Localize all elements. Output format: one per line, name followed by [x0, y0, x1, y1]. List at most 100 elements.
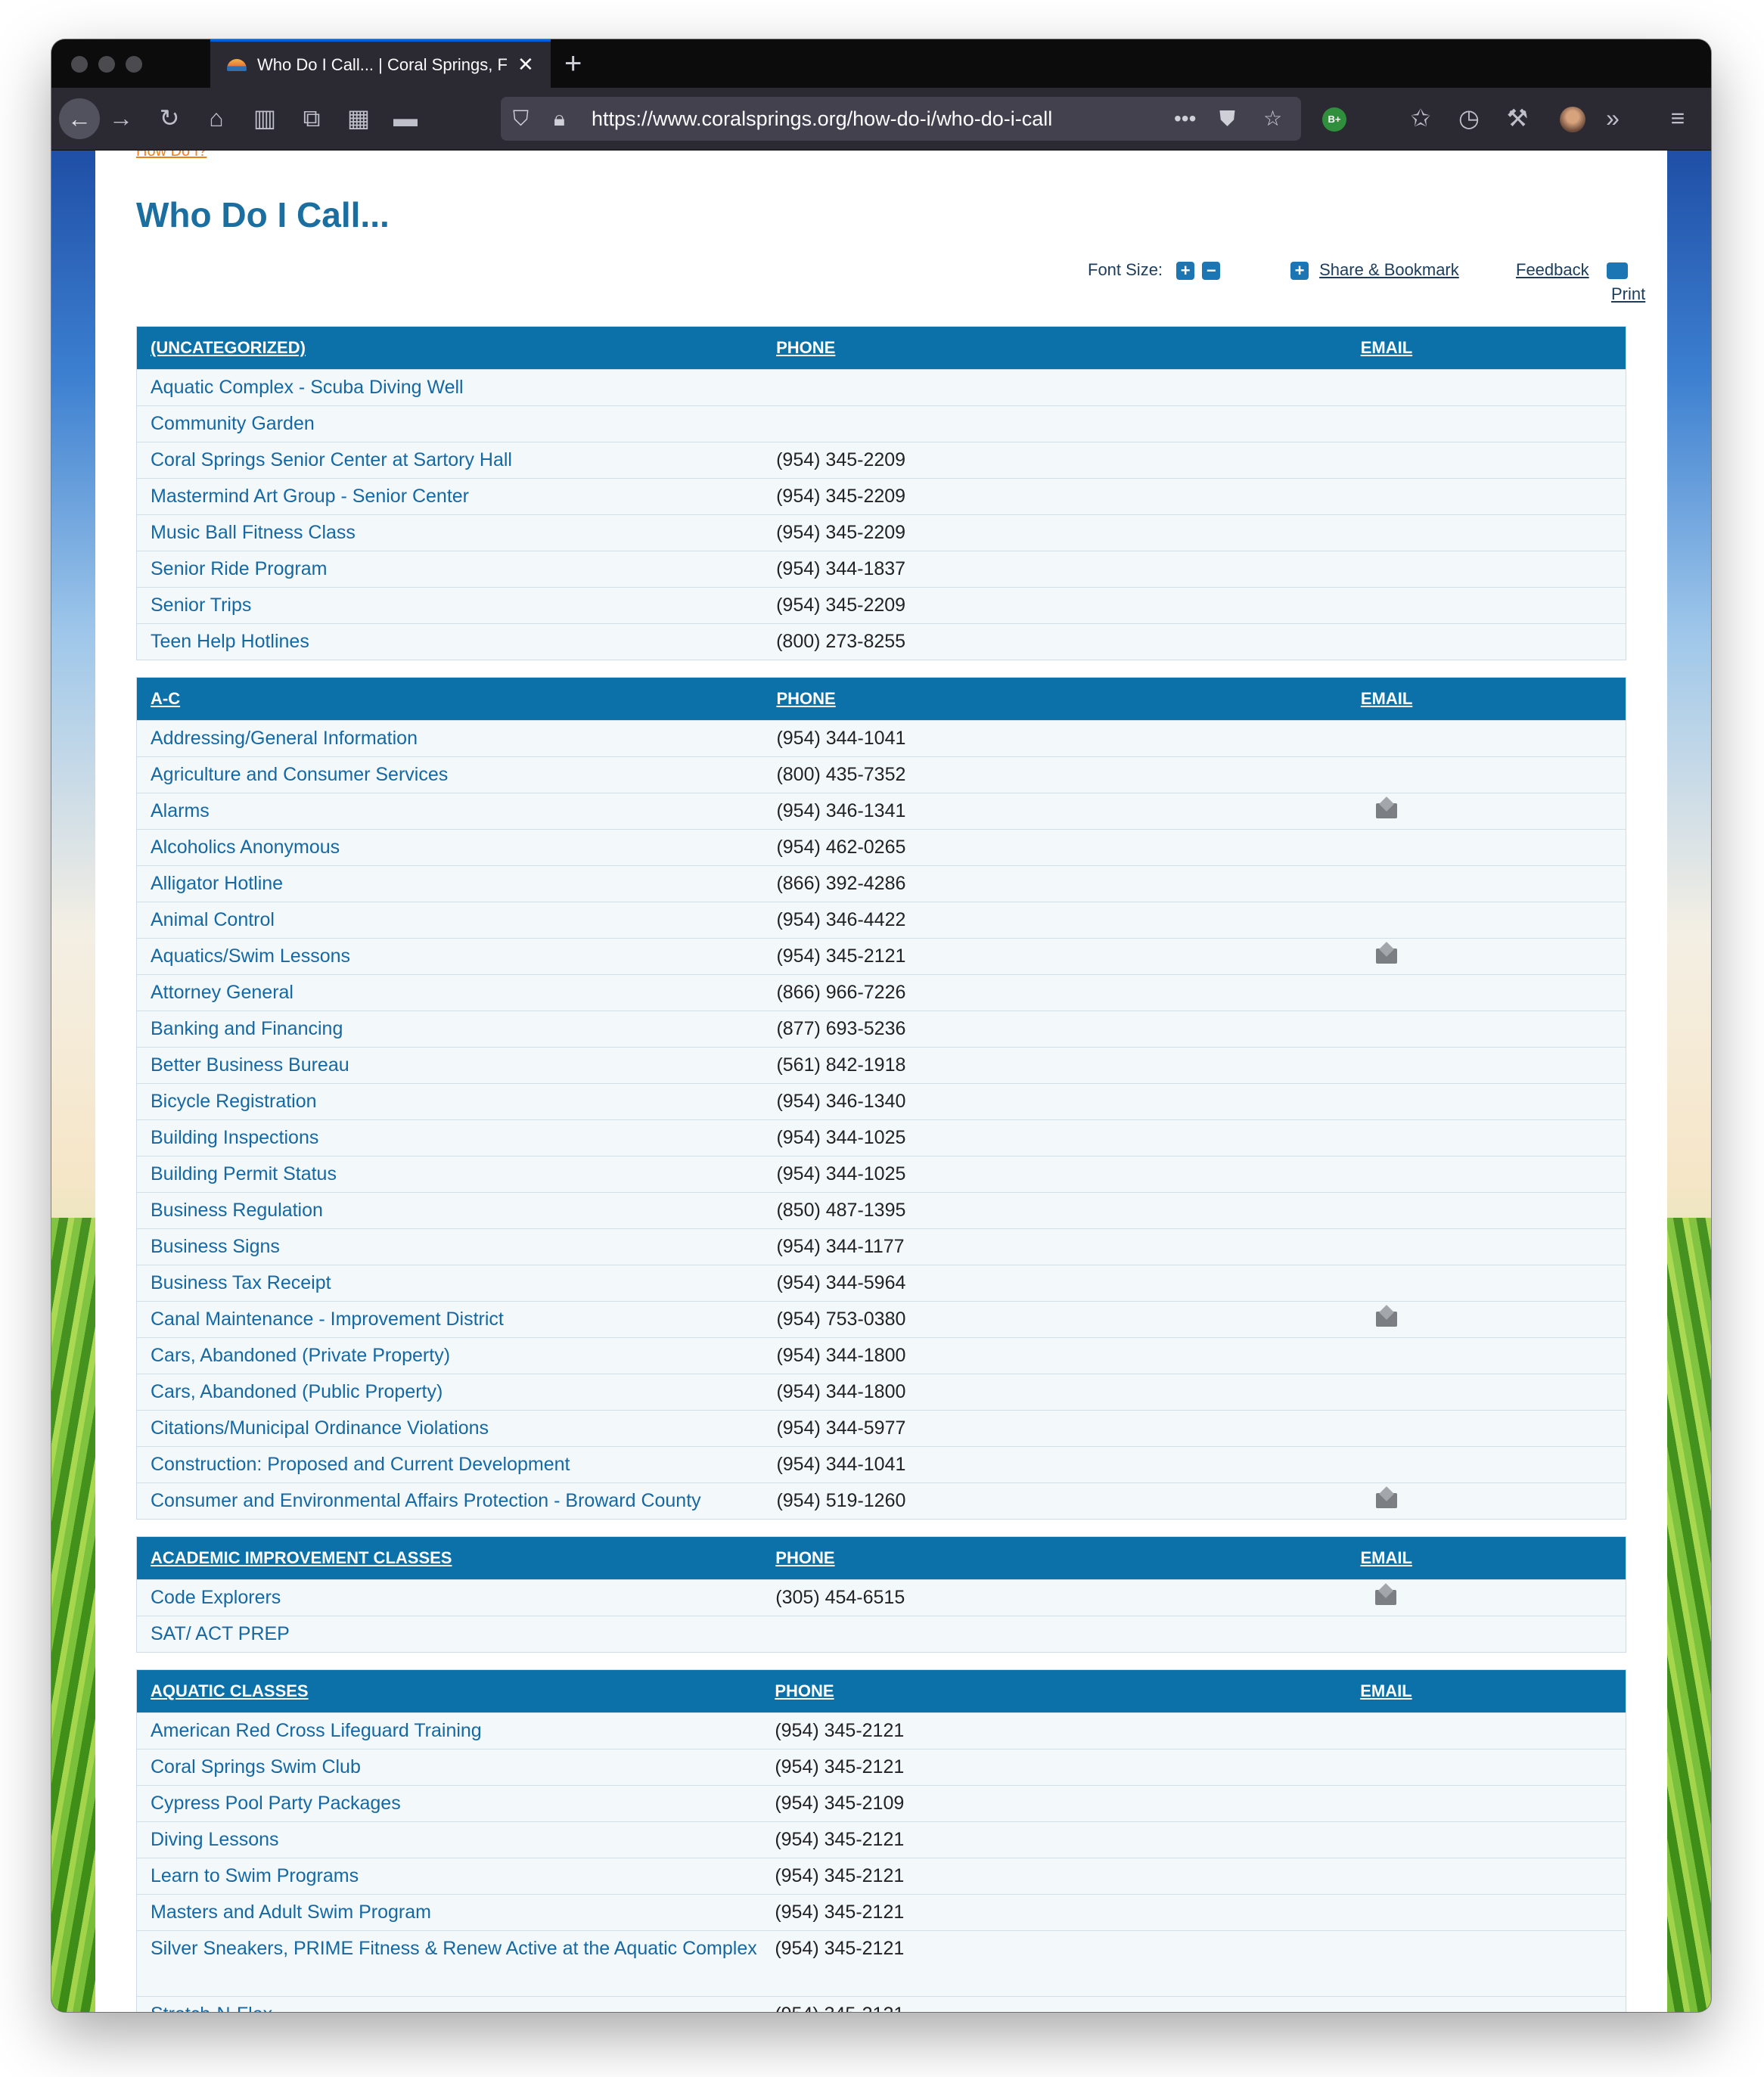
- contact-name-link[interactable]: Cars, Abandoned (Public Property): [137, 1374, 763, 1411]
- contact-name-link[interactable]: Alligator Hotline: [137, 865, 763, 902]
- contact-name-link[interactable]: Consumer and Environmental Affairs Prote…: [137, 1482, 763, 1519]
- lock-icon[interactable]: 🔒︎: [554, 104, 565, 134]
- feedback[interactable]: Feedback: [1516, 258, 1589, 282]
- section-header-category[interactable]: ACADEMIC IMPROVEMENT CLASSES: [137, 1537, 762, 1580]
- contact-name-link[interactable]: Coral Springs Swim Club: [137, 1749, 762, 1786]
- column-header-phone[interactable]: PHONE: [762, 678, 1347, 721]
- close-window-button[interactable]: [71, 56, 88, 73]
- share-plus-icon[interactable]: +: [1290, 262, 1309, 281]
- contact-name-link[interactable]: Mastermind Art Group - Senior Center: [137, 478, 763, 515]
- contact-name-link[interactable]: Learn to Swim Programs: [137, 1858, 762, 1895]
- email-envelope-icon[interactable]: [1374, 1305, 1399, 1328]
- home-icon[interactable]: ⌂: [200, 103, 233, 133]
- sidebar-icon[interactable]: ▥: [248, 103, 281, 133]
- printer-icon[interactable]: [1607, 262, 1628, 280]
- contact-name-link[interactable]: Business Tax Receipt: [137, 1265, 763, 1302]
- bookmarks-star-icon[interactable]: ✩: [1404, 103, 1437, 133]
- new-tab-icon[interactable]: +: [564, 45, 582, 82]
- contact-name-link[interactable]: Building Permit Status: [137, 1156, 763, 1193]
- contact-name-link[interactable]: Code Explorers: [137, 1579, 762, 1616]
- contact-name-link[interactable]: Agriculture and Consumer Services: [137, 756, 763, 793]
- contact-name-link[interactable]: Coral Springs Senior Center at Sartory H…: [137, 442, 763, 479]
- table-header-row: AQUATIC CLASSES PHONE EMAIL: [137, 1670, 1626, 1713]
- contact-name-link[interactable]: Business Regulation: [137, 1192, 763, 1229]
- section-header-category[interactable]: AQUATIC CLASSES: [137, 1670, 762, 1713]
- back-arrow-icon[interactable]: ←: [59, 98, 100, 139]
- screenshot-icon[interactable]: ⧉: [295, 103, 328, 133]
- column-header-phone[interactable]: PHONE: [761, 1670, 1347, 1713]
- account-avatar[interactable]: [1560, 107, 1585, 132]
- contact-name-link[interactable]: Construction: Proposed and Current Devel…: [137, 1446, 763, 1483]
- column-header-phone[interactable]: PHONE: [762, 327, 1347, 370]
- print[interactable]: Print: [1607, 258, 1667, 306]
- close-tab-icon[interactable]: ✕: [517, 53, 534, 76]
- share-bookmark-link[interactable]: Share & Bookmark: [1319, 260, 1459, 279]
- url-text[interactable]: https://www.coralsprings.org/how-do-i/wh…: [592, 97, 1052, 141]
- font-decrease-icon[interactable]: −: [1202, 262, 1221, 281]
- phone-number: (954) 346-4422: [762, 902, 1347, 939]
- contact-name-link[interactable]: Silver Sneakers, PRIME Fitness & Renew A…: [137, 1930, 762, 1997]
- contact-name-link[interactable]: Banking and Financing: [137, 1011, 763, 1048]
- address-bar[interactable]: ⛉ 🔒︎ https://www.coralsprings.org/how-do…: [501, 97, 1301, 141]
- print-link[interactable]: Print: [1611, 284, 1645, 303]
- minimize-window-button[interactable]: [98, 56, 115, 73]
- tools-wrench-icon[interactable]: ⚒: [1501, 103, 1534, 133]
- shield-icon[interactable]: ⛉: [513, 104, 529, 134]
- contact-name-link[interactable]: Alarms: [137, 793, 763, 830]
- contact-name-link[interactable]: Attorney General: [137, 974, 763, 1011]
- section-header-category[interactable]: A-C: [137, 678, 763, 721]
- column-header-email[interactable]: EMAIL: [1346, 327, 1626, 370]
- contact-name-link[interactable]: Senior Ride Program: [137, 551, 763, 588]
- contact-name-link[interactable]: Diving Lessons: [137, 1821, 762, 1858]
- zoom-window-button[interactable]: [126, 56, 142, 73]
- contact-name-link[interactable]: Cars, Abandoned (Private Property): [137, 1337, 763, 1374]
- contact-name-link[interactable]: SAT/ ACT PREP: [137, 1616, 762, 1652]
- table-row: Learn to Swim Programs (954) 345-2121: [137, 1858, 1626, 1895]
- reload-icon[interactable]: ↻: [153, 103, 186, 133]
- extensions-grid-icon[interactable]: ▦: [342, 103, 375, 133]
- contact-name-link[interactable]: Business Signs: [137, 1228, 763, 1265]
- breadcrumb[interactable]: How Do I?: [136, 151, 207, 160]
- email-envelope-icon[interactable]: [1374, 797, 1399, 820]
- contact-name-link[interactable]: Music Ball Fitness Class: [137, 514, 763, 551]
- feedback-link[interactable]: Feedback: [1516, 260, 1589, 279]
- contact-name-link[interactable]: Canal Maintenance - Improvement District: [137, 1301, 763, 1338]
- contact-name-link[interactable]: Community Garden: [137, 405, 763, 442]
- contact-name-link[interactable]: Citations/Municipal Ordinance Violations: [137, 1410, 763, 1447]
- contact-name-link[interactable]: Better Business Bureau: [137, 1047, 763, 1084]
- column-header-email[interactable]: EMAIL: [1346, 1537, 1626, 1580]
- contact-name-link[interactable]: Building Inspections: [137, 1119, 763, 1156]
- star-bookmark-icon[interactable]: ☆: [1263, 104, 1282, 134]
- column-header-phone[interactable]: PHONE: [762, 1537, 1347, 1580]
- contact-name-link[interactable]: Teen Help Hotlines: [137, 623, 763, 660]
- contact-name-link[interactable]: American Red Cross Lifeguard Training: [137, 1712, 762, 1749]
- contact-name-link[interactable]: Masters and Adult Swim Program: [137, 1894, 762, 1931]
- pocket-icon[interactable]: ⛊: [1219, 104, 1235, 134]
- email-envelope-icon[interactable]: [1374, 1487, 1399, 1510]
- hamburger-menu-icon[interactable]: ≡: [1661, 103, 1694, 133]
- contact-name-link[interactable]: Aquatics/Swim Lessons: [137, 938, 763, 975]
- email-envelope-icon[interactable]: [1374, 942, 1399, 965]
- overflow-chevron-icon[interactable]: »: [1596, 103, 1629, 133]
- contact-name-link[interactable]: Senior Trips: [137, 587, 763, 624]
- tab-active[interactable]: Who Do I Call... | Coral Springs, FL ✕: [210, 39, 551, 88]
- section-header-category[interactable]: (UNCATEGORIZED): [137, 327, 763, 370]
- contact-name-link[interactable]: Addressing/General Information: [137, 720, 763, 757]
- contact-name-link[interactable]: Bicycle Registration: [137, 1083, 763, 1120]
- column-header-email[interactable]: EMAIL: [1346, 678, 1626, 721]
- forward-arrow-icon[interactable]: →: [104, 103, 138, 133]
- contact-name-link[interactable]: Alcoholics Anonymous: [137, 829, 763, 866]
- page-actions-icon[interactable]: •••: [1174, 104, 1196, 134]
- share-bookmark[interactable]: + Share & Bookmark: [1290, 258, 1459, 282]
- email-envelope-icon[interactable]: [1374, 1584, 1398, 1607]
- table-row: Attorney General (866) 966-7226: [137, 974, 1626, 1011]
- history-clock-icon[interactable]: ◷: [1452, 103, 1486, 133]
- column-header-email[interactable]: EMAIL: [1346, 1670, 1626, 1713]
- contact-name-link[interactable]: Animal Control: [137, 902, 763, 939]
- font-increase-icon[interactable]: +: [1176, 262, 1195, 281]
- extension-badge-icon[interactable]: B+: [1322, 107, 1346, 132]
- contact-name-link[interactable]: Aquatic Complex - Scuba Diving Well: [137, 369, 763, 406]
- contact-name-link[interactable]: Cypress Pool Party Packages: [137, 1785, 762, 1822]
- contact-name-link[interactable]: Stretch-N-Flex: [137, 1996, 762, 2012]
- container-icon[interactable]: ▬: [389, 103, 422, 133]
